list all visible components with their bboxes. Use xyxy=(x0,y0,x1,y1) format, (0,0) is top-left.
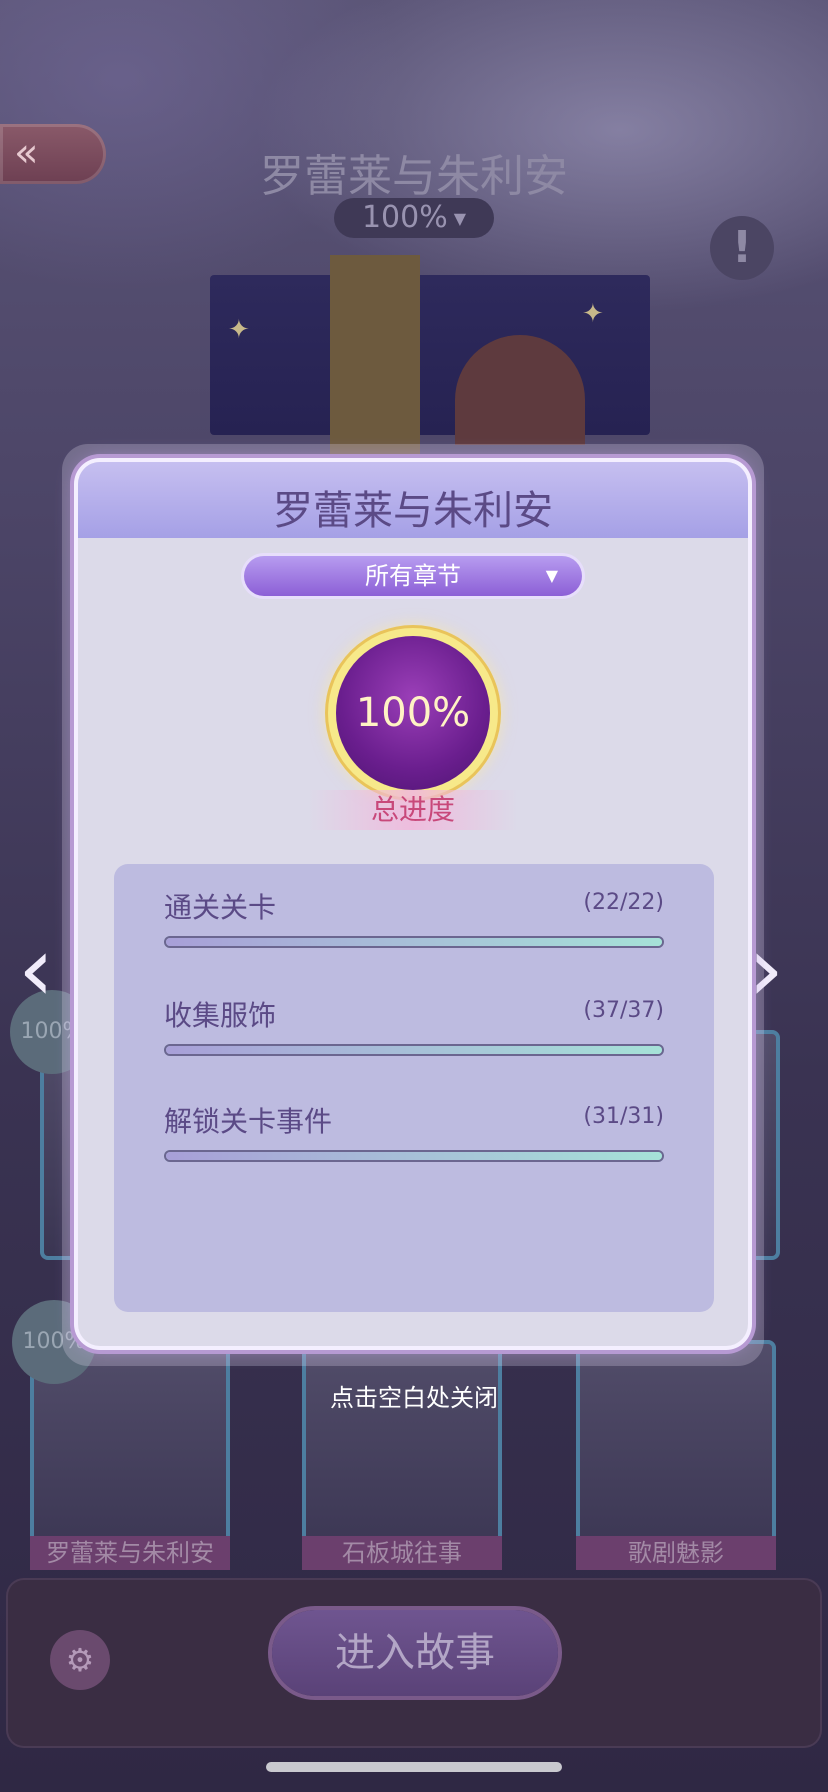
exclamation-icon: ! xyxy=(731,222,753,273)
card-label: 罗蕾莱与朱利安 xyxy=(30,1536,230,1570)
stat-progress-bar xyxy=(164,936,664,948)
book-gear-icon: ⚙ xyxy=(65,1641,95,1679)
modal-title: 罗蕾莱与朱利安 xyxy=(273,488,553,534)
sparkle-icon: ✦ xyxy=(582,299,604,329)
story-title: 罗蕾莱与朱利安 xyxy=(260,151,568,202)
close-hint[interactable]: 点击空白处关闭 xyxy=(0,1378,828,1413)
castle-illustration: ✦ ✦ xyxy=(210,255,650,455)
progress-modal: 罗蕾莱与朱利安 所有章节 ▼ 100% 总进度 通关关卡 (22/22) 收集服… xyxy=(78,462,748,1346)
total-progress-value: 100% xyxy=(355,690,471,736)
story-progress-value: 100% xyxy=(361,200,448,235)
stat-progress-fill xyxy=(166,1152,662,1160)
chapter-select[interactable]: 所有章节 ▼ xyxy=(244,556,582,596)
card-label: 歌剧魅影 xyxy=(576,1536,776,1570)
story-card[interactable]: 歌剧魅影 xyxy=(576,1340,776,1570)
home-indicator[interactable] xyxy=(266,1762,562,1772)
stat-progress-fill xyxy=(166,938,662,946)
card-label: 石板城往事 xyxy=(302,1536,502,1570)
chapter-select-label: 所有章节 xyxy=(365,562,461,590)
sparkle-icon: ✦ xyxy=(228,315,250,345)
stat-progress-bar xyxy=(164,1150,664,1162)
stat-count: (22/22) xyxy=(583,890,664,915)
stat-name: 解锁关卡事件 xyxy=(164,1105,333,1138)
stats-panel: 通关关卡 (22/22) 收集服饰 (37/37) 解锁关卡事件 (31/31) xyxy=(114,864,714,1312)
stat-progress-bar xyxy=(164,1044,664,1056)
total-progress-circle: 100% xyxy=(336,636,490,790)
settings-button[interactable]: ⚙ xyxy=(50,1630,110,1690)
stat-count: (31/31) xyxy=(583,1104,664,1129)
story-progress-dropdown[interactable]: 100% ▼ xyxy=(334,198,494,238)
total-progress-label: 总进度 xyxy=(308,790,518,830)
castle-tower xyxy=(330,255,420,455)
enter-story-button[interactable]: 进入故事 xyxy=(272,1610,558,1696)
story-card[interactable]: 石板城往事 xyxy=(302,1340,502,1570)
castle-dome xyxy=(455,335,585,445)
stat-progress-fill xyxy=(166,1046,662,1054)
stat-name: 收集服饰 xyxy=(164,999,277,1032)
chevron-left-icon: ‹ xyxy=(18,917,54,1022)
caret-down-icon: ▼ xyxy=(545,566,558,585)
stat-count: (37/37) xyxy=(583,998,664,1023)
caret-down-icon: ▼ xyxy=(453,208,467,228)
stat-name: 通关关卡 xyxy=(164,891,277,924)
info-button[interactable]: ! xyxy=(710,216,774,280)
